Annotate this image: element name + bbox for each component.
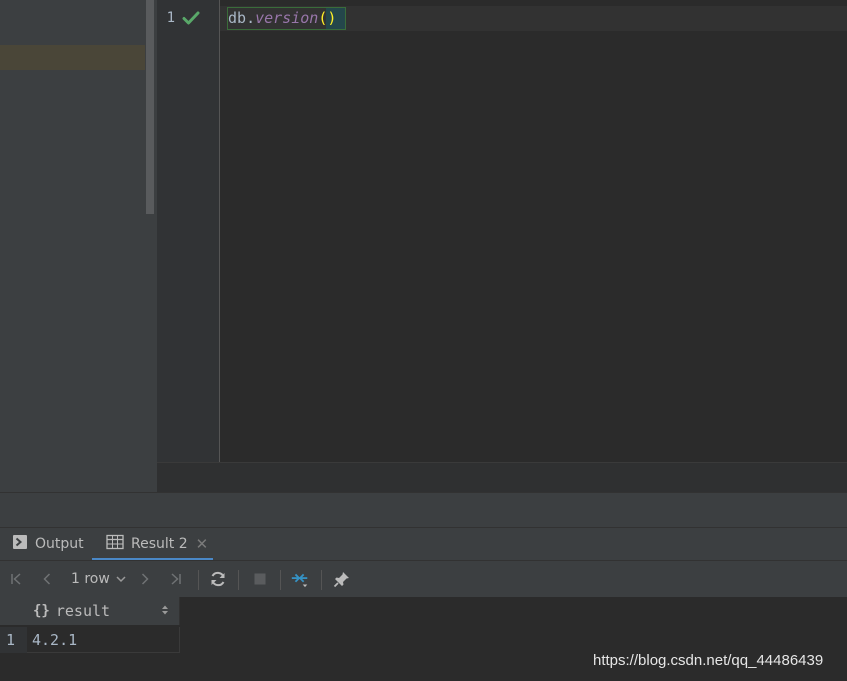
table-icon <box>106 534 124 554</box>
braces-icon: {} <box>33 603 50 619</box>
grid-corner <box>0 597 27 625</box>
services-strip <box>0 492 847 527</box>
column-name: result <box>55 602 111 620</box>
toolbar-separator <box>321 570 322 590</box>
project-tree-panel <box>0 0 157 492</box>
stop-icon[interactable] <box>250 569 270 589</box>
next-page-icon[interactable] <box>135 569 155 589</box>
results-toolbar: 1 row <box>0 560 847 598</box>
page-size-dropdown[interactable]: 1 row <box>71 569 126 589</box>
tree-selected-row[interactable] <box>0 45 145 70</box>
refresh-icon[interactable] <box>208 569 228 589</box>
close-icon[interactable]: ✕ <box>196 535 209 553</box>
toolbar-separator <box>238 570 239 590</box>
editor-gutter <box>157 0 219 462</box>
tab-output[interactable]: Output <box>12 528 84 560</box>
result-tabs-bar: Output Result 2 ✕ <box>0 527 847 561</box>
code-object: db <box>228 9 247 27</box>
tab-result-label: Result 2 <box>131 536 188 552</box>
console-icon <box>12 534 28 554</box>
watermark-text: https://blog.csdn.net/qq_44486439 <box>593 652 824 669</box>
editor-bottom-strip <box>157 462 847 493</box>
code-parens: () <box>318 9 337 27</box>
tab-output-label: Output <box>35 536 84 552</box>
tree-scrollbar-thumb[interactable] <box>146 0 154 214</box>
code-dot: . <box>246 9 256 27</box>
gutter-divider <box>219 0 220 462</box>
code-line[interactable]: db.version() <box>228 8 336 28</box>
compare-icon[interactable] <box>290 569 310 589</box>
line-number: 1 <box>166 10 175 26</box>
page-size-value: 1 row <box>71 571 110 587</box>
column-header-result[interactable]: {} result <box>27 597 180 625</box>
toolbar-separator <box>280 570 281 590</box>
code-method: version <box>255 9 319 27</box>
sort-icon[interactable] <box>161 604 169 617</box>
last-page-icon[interactable] <box>166 569 186 589</box>
chevron-down-icon <box>116 573 126 586</box>
toolbar-separator <box>198 570 199 590</box>
check-icon <box>182 9 200 27</box>
tab-result-2[interactable]: Result 2 ✕ <box>92 528 222 560</box>
prev-page-icon[interactable] <box>37 569 57 589</box>
first-page-icon[interactable] <box>6 569 26 589</box>
result-cell[interactable]: 4.2.1 <box>27 627 180 653</box>
pin-icon[interactable] <box>332 569 352 589</box>
row-number[interactable]: 1 <box>0 627 27 653</box>
